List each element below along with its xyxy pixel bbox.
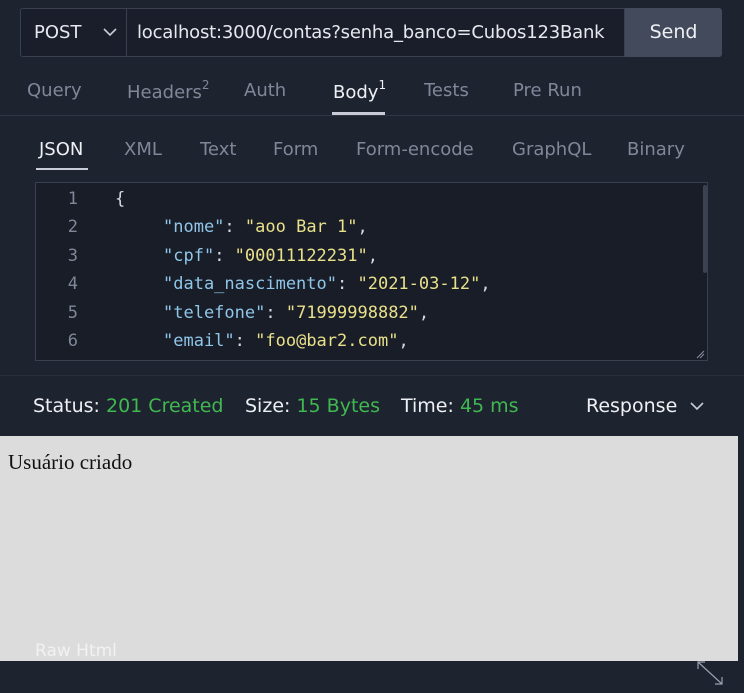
headers-count-badge: 2 [201,78,210,92]
json-value: "foo@bar2.com" [255,331,399,351]
code-line: "telefone": "71999998882", [163,303,430,323]
send-button-label: Send [649,21,698,43]
tab-headers[interactable]: Headers2 [127,78,210,103]
response-body-text: Usuário criado [8,450,133,474]
code-line: "email": "foo@bar2.com", [163,331,409,351]
method-label: POST [34,22,82,43]
expand-icon[interactable] [695,659,725,687]
json-value: "71999998882" [285,303,419,323]
response-status-bar: Status: 201 Created Size: 15 Bytes Time:… [0,375,744,436]
json-value: "aoo Bar 1" [244,217,358,237]
tab-auth[interactable]: Auth [244,80,286,101]
tab-body[interactable]: Body1 [333,78,387,103]
chevron-down-icon [103,28,117,37]
active-body-type-indicator [36,168,88,170]
time-readout: Time: 45 ms [401,395,519,417]
response-preview-panel: Usuário criado Raw Html [0,436,738,661]
json-body-editor[interactable]: 1 2 3 4 5 6 { "nome": "aoo Bar 1", "cpf"… [35,182,708,361]
bottom-bar [0,661,744,693]
line-number: 5 [67,303,78,323]
tab-query[interactable]: Query [27,80,82,101]
editor-scrollbar[interactable] [703,185,707,273]
json-value: "2021-03-12" [357,274,481,294]
body-type-text[interactable]: Text [200,139,236,160]
tab-tests[interactable]: Tests [424,80,469,101]
time-value: 45 ms [459,395,519,417]
code-line: "data_nascimento": "2021-03-12", [163,274,491,294]
status-value: 201 Created [106,395,224,417]
line-number: 2 [67,217,78,237]
code-line: "cpf": "00011122231", [163,246,378,266]
tab-pre-run[interactable]: Pre Run [513,80,582,101]
size-readout: Size: 15 Bytes [245,395,380,417]
json-key: "telefone" [163,303,266,323]
send-button[interactable]: Send [625,8,722,57]
raw-html-toggle[interactable]: Raw Html [35,641,117,661]
chevron-down-icon[interactable] [688,397,706,415]
json-key: "nome" [163,217,225,237]
tab-divider [0,115,744,116]
status-readout: Status: 201 Created [33,395,224,417]
json-key: "email" [163,331,235,351]
body-type-form[interactable]: Form [273,139,318,160]
body-type-json[interactable]: JSON [39,139,83,160]
response-view-select[interactable]: Response [586,395,677,417]
line-number: 6 [67,331,78,351]
size-value: 15 Bytes [296,395,380,417]
url-text: localhost:3000/contas?senha_banco=Cubos1… [137,22,605,43]
code-line: "nome": "aoo Bar 1", [163,217,368,237]
body-count-badge: 1 [378,78,387,92]
body-type-form-encode[interactable]: Form-encode [356,139,474,160]
body-type-graphql[interactable]: GraphQL [512,139,591,160]
json-key: "cpf" [163,246,215,266]
json-value: "00011122231" [234,246,368,266]
line-number: 4 [67,274,78,294]
body-type-binary[interactable]: Binary [627,139,685,160]
request-bar: POST localhost:3000/contas?senha_banco=C… [20,8,722,57]
url-input[interactable]: localhost:3000/contas?senha_banco=Cubos1… [127,8,625,57]
line-number: 1 [67,189,78,209]
json-key: "data_nascimento" [163,274,337,294]
panel-edge [738,436,744,693]
method-select[interactable]: POST [20,8,127,57]
resize-grip-icon[interactable] [695,349,705,359]
code-line: { [115,189,126,209]
body-type-xml[interactable]: XML [124,139,162,160]
line-number: 3 [67,246,78,266]
